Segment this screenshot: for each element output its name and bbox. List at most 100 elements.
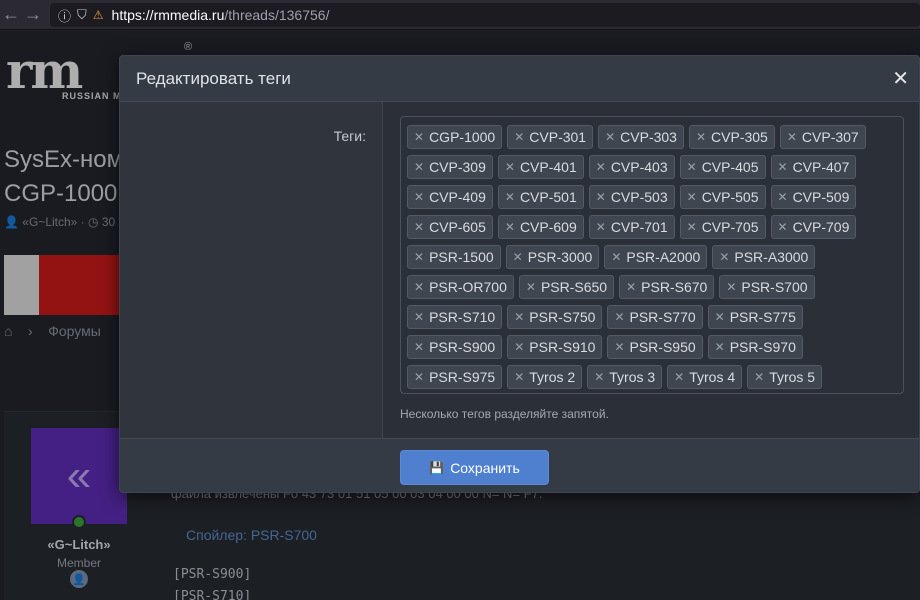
tag-label: CVP-609 — [519, 219, 577, 235]
tag-chip[interactable]: ✕ CVP-701 — [588, 215, 675, 239]
remove-tag-icon[interactable]: ✕ — [513, 250, 523, 264]
tag-chip[interactable]: ✕ PSR-S900 — [407, 335, 503, 359]
tag-chip[interactable]: ✕ Tyros 4 — [667, 365, 743, 389]
remove-tag-icon[interactable]: ✕ — [754, 370, 764, 384]
tag-label: CVP-605 — [429, 219, 486, 235]
remove-tag-icon[interactable]: ✕ — [614, 310, 624, 324]
save-button[interactable]: 💾 Сохранить — [400, 450, 549, 485]
tag-chip[interactable]: ✕ CGP-1000 — [407, 125, 503, 149]
tag-chip[interactable]: ✕ CVP-505 — [679, 185, 766, 209]
info-icon[interactable]: ⓘ — [58, 6, 71, 25]
tag-chip[interactable]: ✕ CVP-709 — [770, 215, 857, 239]
tag-label: CVP-407 — [792, 159, 850, 175]
remove-tag-icon[interactable]: ✕ — [626, 280, 636, 294]
tag-label: PSR-S750 — [529, 309, 596, 325]
tag-chip[interactable]: ✕ PSR-OR700 — [407, 275, 514, 299]
remove-tag-icon[interactable]: ✕ — [505, 220, 515, 234]
tag-chip[interactable]: ✕ PSR-A2000 — [604, 245, 708, 269]
remove-tag-icon[interactable]: ✕ — [687, 220, 697, 234]
tag-chip[interactable]: ✕ CVP-301 — [507, 125, 594, 149]
tag-label: PSR-S900 — [429, 339, 496, 355]
remove-tag-icon[interactable]: ✕ — [505, 190, 515, 204]
remove-tag-icon[interactable]: ✕ — [715, 340, 725, 354]
remove-tag-icon[interactable]: ✕ — [596, 220, 606, 234]
tag-chip[interactable]: ✕ CVP-405 — [679, 155, 766, 179]
tag-chip[interactable]: ✕ CVP-705 — [679, 215, 766, 239]
remove-tag-icon[interactable]: ✕ — [687, 160, 697, 174]
tag-chip[interactable]: ✕ Tyros 5 — [747, 365, 823, 389]
remove-tag-icon[interactable]: ✕ — [414, 160, 424, 174]
tag-chip[interactable]: ✕ PSR-S710 — [407, 305, 503, 329]
tag-chip[interactable]: ✕ PSR-S750 — [507, 305, 603, 329]
remove-tag-icon[interactable]: ✕ — [414, 250, 424, 264]
remove-tag-icon[interactable]: ✕ — [514, 370, 524, 384]
remove-tag-icon[interactable]: ✕ — [414, 280, 424, 294]
tag-chip[interactable]: ✕ PSR-S770 — [607, 305, 703, 329]
remove-tag-icon[interactable]: ✕ — [674, 370, 684, 384]
remove-tag-icon[interactable]: ✕ — [614, 340, 624, 354]
remove-tag-icon[interactable]: ✕ — [414, 190, 424, 204]
lock-warning-icon[interactable]: ⚠ — [93, 8, 104, 22]
tag-chip[interactable]: ✕ PSR-S670 — [619, 275, 715, 299]
tag-chip[interactable]: ✕ CVP-401 — [497, 155, 584, 179]
tag-chip[interactable]: ✕ Tyros 2 — [507, 365, 583, 389]
remove-tag-icon[interactable]: ✕ — [726, 280, 736, 294]
remove-tag-icon[interactable]: ✕ — [715, 310, 725, 324]
tag-chip[interactable]: ✕ CVP-403 — [588, 155, 675, 179]
tag-chip[interactable]: ✕ CVP-407 — [770, 155, 857, 179]
remove-tag-icon[interactable]: ✕ — [505, 160, 515, 174]
tag-chip[interactable]: ✕ PSR-S975 — [407, 365, 503, 389]
remove-tag-icon[interactable]: ✕ — [696, 130, 706, 144]
remove-tag-icon[interactable]: ✕ — [596, 160, 606, 174]
remove-tag-icon[interactable]: ✕ — [787, 130, 797, 144]
tag-chip[interactable]: ✕ CVP-307 — [779, 125, 866, 149]
back-arrow-icon[interactable]: ← — [0, 4, 22, 25]
close-icon[interactable]: ✕ — [892, 66, 909, 91]
tag-chip[interactable]: ✕ PSR-3000 — [505, 245, 600, 269]
tag-chip[interactable]: ✕ PSR-A3000 — [712, 245, 816, 269]
tag-chip[interactable]: ✕ PSR-S775 — [707, 305, 803, 329]
remove-tag-icon[interactable]: ✕ — [594, 370, 604, 384]
tag-chip[interactable]: ✕ CVP-509 — [770, 185, 857, 209]
tag-chip[interactable]: ✕ CVP-609 — [497, 215, 584, 239]
remove-tag-icon[interactable]: ✕ — [778, 190, 788, 204]
remove-tag-icon[interactable]: ✕ — [605, 130, 615, 144]
remove-tag-icon[interactable]: ✕ — [778, 220, 788, 234]
tag-label: CVP-505 — [701, 189, 759, 205]
tag-label: CVP-401 — [519, 159, 577, 175]
tag-chip[interactable]: ✕ CVP-501 — [497, 185, 584, 209]
address-bar[interactable]: ⓘ ⛉ ⚠ https://rmmedia.ru/threads/136756/ — [50, 3, 920, 27]
tag-chip[interactable]: ✕ PSR-S970 — [707, 335, 803, 359]
remove-tag-icon[interactable]: ✕ — [414, 370, 424, 384]
remove-tag-icon[interactable]: ✕ — [414, 130, 424, 144]
tag-chip[interactable]: ✕ CVP-503 — [588, 185, 675, 209]
remove-tag-icon[interactable]: ✕ — [687, 190, 697, 204]
remove-tag-icon[interactable]: ✕ — [719, 250, 729, 264]
tag-chip[interactable]: ✕ CVP-309 — [407, 155, 493, 179]
forward-arrow-icon[interactable]: → — [22, 4, 44, 25]
remove-tag-icon[interactable]: ✕ — [514, 340, 524, 354]
remove-tag-icon[interactable]: ✕ — [596, 190, 606, 204]
tag-chip[interactable]: ✕ CVP-303 — [598, 125, 684, 149]
tag-chip[interactable]: ✕ PSR-S650 — [518, 275, 615, 299]
tag-chip[interactable]: ✕ PSR-S700 — [719, 275, 815, 299]
remove-tag-icon[interactable]: ✕ — [514, 310, 524, 324]
remove-tag-icon[interactable]: ✕ — [414, 220, 424, 234]
remove-tag-icon[interactable]: ✕ — [778, 160, 788, 174]
tags-input[interactable]: ✕ CGP-1000 ✕ CVP-301 ✕ CVP-303 ✕ CVP-305 ✕ CVP-30… — [400, 116, 904, 394]
remove-tag-icon[interactable]: ✕ — [414, 340, 424, 354]
tag-chip[interactable]: ✕ CVP-305 — [688, 125, 775, 149]
tag-label: PSR-S975 — [429, 369, 496, 385]
tag-chip[interactable]: ✕ CVP-605 — [407, 215, 493, 239]
remove-tag-icon[interactable]: ✕ — [526, 280, 536, 294]
remove-tag-icon[interactable]: ✕ — [514, 130, 524, 144]
tag-label: PSR-OR700 — [429, 279, 507, 295]
shield-icon[interactable]: ⛉ — [77, 7, 87, 23]
tag-chip[interactable]: ✕ PSR-S950 — [607, 335, 703, 359]
tag-chip[interactable]: ✕ CVP-409 — [407, 185, 493, 209]
tag-chip[interactable]: ✕ PSR-1500 — [407, 245, 501, 269]
tag-chip[interactable]: ✕ PSR-S910 — [507, 335, 603, 359]
remove-tag-icon[interactable]: ✕ — [611, 250, 621, 264]
tag-chip[interactable]: ✕ Tyros 3 — [587, 365, 663, 389]
remove-tag-icon[interactable]: ✕ — [414, 310, 424, 324]
